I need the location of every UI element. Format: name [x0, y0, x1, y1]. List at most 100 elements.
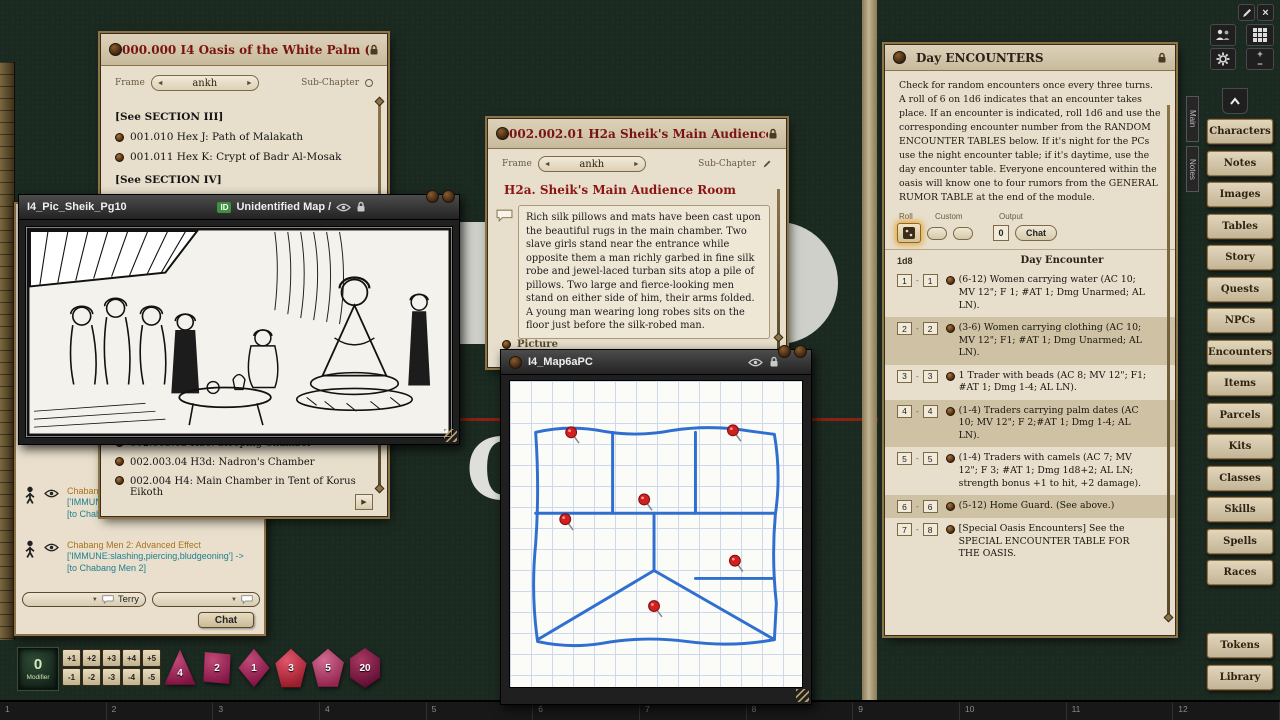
- window-knob-icon[interactable]: [509, 356, 522, 369]
- modifier-minus-button[interactable]: -3: [102, 668, 121, 686]
- link-dot-icon[interactable]: [502, 340, 511, 349]
- modifier-minus-button[interactable]: -2: [82, 668, 101, 686]
- story1-titlebar[interactable]: 000.000 I4 Oasis of the White Palm (I: [101, 34, 387, 66]
- scroll-down-icon[interactable]: [1164, 613, 1174, 623]
- link-dot-icon[interactable]: [946, 454, 955, 463]
- edit-pencil-icon[interactable]: [762, 159, 772, 169]
- map-titlebar[interactable]: I4_Map6aPC: [501, 350, 811, 375]
- read-aloud-bubble-icon[interactable]: [496, 209, 513, 222]
- modifier-plus-button[interactable]: +3: [102, 649, 121, 667]
- hotkey-slot[interactable]: 11: [1067, 702, 1174, 720]
- hotkey-slot[interactable]: 10: [960, 702, 1067, 720]
- sidebar-item-skills[interactable]: Skills: [1206, 496, 1274, 523]
- modifier-plus-button[interactable]: +4: [122, 649, 141, 667]
- range-to-input[interactable]: 4: [923, 405, 938, 418]
- visibility-eye-icon[interactable]: [336, 203, 351, 212]
- sidebar-item-npcs[interactable]: NPCs: [1206, 307, 1274, 334]
- range-from-input[interactable]: 7: [897, 523, 912, 536]
- range-to-input[interactable]: 3: [923, 370, 938, 383]
- die-d6[interactable]: 2: [200, 648, 234, 688]
- range-from-input[interactable]: 5: [897, 452, 912, 465]
- story-link-row[interactable]: 001.010 Hex J: Path of Malakath: [115, 131, 367, 143]
- sidebar-item-classes[interactable]: Classes: [1206, 465, 1274, 492]
- image-window[interactable]: I4_Pic_Sheik_Pg10 ID Unidentified Map /: [18, 194, 460, 445]
- draw-pencil-button[interactable]: [1238, 4, 1255, 21]
- range-from-input[interactable]: 6: [897, 500, 912, 513]
- scroll-up-icon[interactable]: [375, 97, 385, 107]
- link-dot-icon[interactable]: [946, 525, 955, 534]
- chat-mode-dropdown[interactable]: [152, 592, 260, 607]
- lock-icon[interactable]: [356, 201, 366, 213]
- lock-icon[interactable]: [369, 44, 379, 56]
- story-window-audience[interactable]: 002.002.01 H2a Sheik's Main Audience Fra…: [487, 118, 787, 368]
- modifier-minus-button[interactable]: -1: [62, 668, 81, 686]
- modifier-plus-button[interactable]: +2: [82, 649, 101, 667]
- window-knob-icon[interactable]: [893, 51, 906, 64]
- modifier-minus-button[interactable]: -4: [122, 668, 141, 686]
- calendar-grid-button[interactable]: [1246, 24, 1274, 46]
- sidebar-item-story[interactable]: Story: [1206, 244, 1274, 271]
- story-link-row[interactable]: 002.004 H4: Main Chamber in Tent of Koru…: [115, 476, 367, 498]
- range-to-input[interactable]: 1: [923, 274, 938, 287]
- link-dot-icon[interactable]: [115, 457, 124, 466]
- scrollbar[interactable]: [777, 189, 780, 355]
- map-pin[interactable]: [649, 601, 662, 617]
- lock-icon[interactable]: [768, 128, 778, 140]
- sidebar-item-spells[interactable]: Spells: [1206, 528, 1274, 555]
- desktop-tab-notes[interactable]: Notes: [1186, 146, 1199, 192]
- pointer-tool-button[interactable]: [1222, 88, 1248, 114]
- encounters-titlebar[interactable]: Day ENCOUNTERS: [885, 45, 1175, 71]
- lock-icon[interactable]: [1157, 52, 1167, 64]
- modifier-plus-button[interactable]: +5: [142, 649, 161, 667]
- subchapter-toggle-icon[interactable]: [365, 79, 373, 87]
- map-window[interactable]: I4_Map6aPC: [500, 349, 812, 705]
- map-pin[interactable]: [729, 555, 742, 571]
- map-pin[interactable]: [728, 425, 741, 441]
- map-pin[interactable]: [639, 494, 652, 510]
- range-to-input[interactable]: 2: [923, 322, 938, 335]
- story2-titlebar[interactable]: 002.002.01 H2a Sheik's Main Audience: [488, 119, 786, 149]
- zoom-out-button[interactable]: −: [1257, 59, 1262, 69]
- range-from-input[interactable]: 1: [897, 274, 912, 287]
- sidebar-item-characters[interactable]: Characters: [1206, 118, 1274, 145]
- window-knob-icon[interactable]: [496, 127, 509, 140]
- die-d20[interactable]: 20: [348, 648, 382, 688]
- modifier-plus-button[interactable]: +1: [62, 649, 81, 667]
- frame-cycler[interactable]: ankh: [151, 75, 259, 91]
- party-sheet-button[interactable]: [1210, 24, 1236, 46]
- sidebar-item-encounters[interactable]: Encounters: [1206, 339, 1274, 366]
- sidebar-item-kits[interactable]: Kits: [1206, 433, 1274, 460]
- range-to-input[interactable]: 6: [923, 500, 938, 513]
- story-filter-button[interactable]: [355, 494, 373, 510]
- close-knob-icon[interactable]: [442, 190, 455, 203]
- output-chat-button[interactable]: Chat: [1015, 225, 1057, 241]
- prev-frame-icon[interactable]: [157, 80, 164, 87]
- sidebar-item-parcels[interactable]: Parcels: [1206, 402, 1274, 429]
- close-desktop-button[interactable]: ×: [1257, 4, 1274, 21]
- sidebar-item-races[interactable]: Races: [1206, 559, 1274, 586]
- zoom-in-button[interactable]: +: [1257, 49, 1262, 59]
- map-pin[interactable]: [560, 514, 573, 530]
- roll-dice-button[interactable]: [897, 223, 921, 243]
- visibility-eye-icon[interactable]: [748, 358, 763, 367]
- visibility-eye-icon[interactable]: [44, 543, 59, 552]
- link-dot-icon[interactable]: [115, 153, 124, 162]
- prev-frame-icon[interactable]: [544, 161, 551, 168]
- custom-toggle-button[interactable]: [953, 227, 973, 240]
- story-link-row[interactable]: 002.003.04 H3d: Nadron's Chamber: [115, 457, 367, 468]
- die-d10[interactable]: 3: [274, 648, 308, 688]
- hotkey-slot[interactable]: 4: [320, 702, 427, 720]
- die-d8[interactable]: 1: [237, 648, 271, 688]
- radial-menu-knob-icon[interactable]: [426, 190, 439, 203]
- range-from-input[interactable]: 3: [897, 370, 912, 383]
- modifier-minus-button[interactable]: -5: [142, 668, 161, 686]
- radial-menu-knob-icon[interactable]: [778, 345, 791, 358]
- hotkey-slot[interactable]: 2: [107, 702, 214, 720]
- range-to-input[interactable]: 5: [923, 452, 938, 465]
- desktop-tab-main[interactable]: Main: [1186, 96, 1199, 142]
- sidebar-item-tables[interactable]: Tables: [1206, 213, 1274, 240]
- visibility-eye-icon[interactable]: [44, 489, 59, 498]
- sheik-illustration[interactable]: [25, 226, 453, 438]
- range-from-input[interactable]: 2: [897, 322, 912, 335]
- resize-grip[interactable]: [444, 429, 457, 442]
